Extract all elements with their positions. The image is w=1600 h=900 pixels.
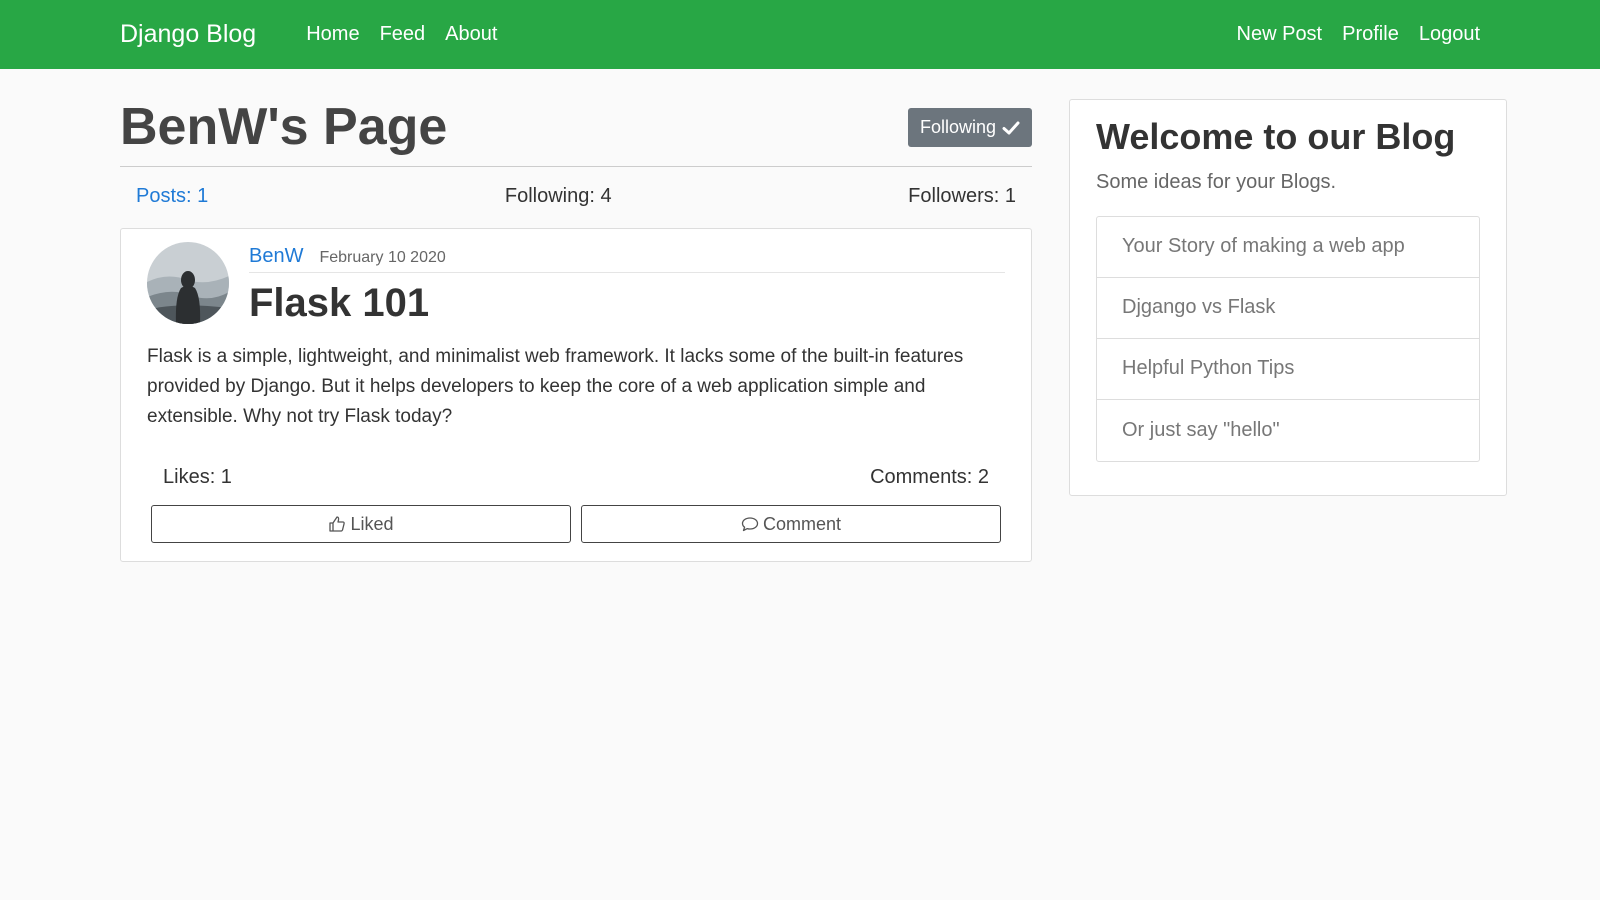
post-counts: Likes: 1 Comments: 2 bbox=[147, 466, 1005, 489]
followers-count: Followers: 1 bbox=[908, 185, 1016, 208]
nav-new-post-link[interactable]: New Post bbox=[1227, 23, 1333, 46]
sidebar-title: Welcome to our Blog bbox=[1096, 116, 1456, 157]
nav-logout-link[interactable]: Logout bbox=[1409, 23, 1490, 46]
posts-count-link[interactable]: Posts: 1 bbox=[136, 185, 208, 208]
liked-button-label: Liked bbox=[350, 513, 394, 534]
profile-header: BenW's Page Following bbox=[120, 98, 1032, 168]
comment-button[interactable]: Comment bbox=[581, 505, 1001, 544]
comment-button-label: Comment bbox=[762, 513, 842, 534]
liked-button[interactable]: Liked bbox=[151, 505, 571, 544]
nav-right: New Post Profile Logout bbox=[1227, 23, 1490, 46]
main-column: BenW's Page Following Posts: 1 Following… bbox=[120, 98, 1032, 563]
page-title: BenW's Page bbox=[120, 98, 448, 156]
nav-about-link[interactable]: About bbox=[435, 23, 507, 46]
post-card: BenW February 10 2020 Flask 101 Flask is… bbox=[120, 228, 1032, 563]
post-actions: Liked Comment bbox=[147, 505, 1005, 544]
post-title[interactable]: Flask 101 bbox=[249, 281, 1005, 326]
list-item[interactable]: Your Story of making a web app bbox=[1097, 217, 1479, 278]
check-icon bbox=[1002, 119, 1020, 137]
thumbs-up-icon bbox=[328, 515, 346, 533]
likes-count: Likes: 1 bbox=[163, 466, 232, 489]
comments-count: Comments: 2 bbox=[870, 466, 989, 489]
following-button-label: Following bbox=[919, 117, 996, 138]
post-meta: BenW February 10 2020 bbox=[249, 242, 1005, 274]
navbar: Django Blog Home Feed About New Post Pro… bbox=[0, 0, 1600, 69]
post-body: Flask is a simple, lightweight, and mini… bbox=[147, 346, 964, 428]
nav-feed-link[interactable]: Feed bbox=[370, 23, 436, 46]
following-count: Following: 4 bbox=[504, 185, 612, 208]
post-date: February 10 2020 bbox=[319, 249, 446, 267]
sidebar-subtitle: Some ideas for your Blogs. bbox=[1096, 170, 1337, 193]
list-item[interactable]: Helpful Python Tips bbox=[1097, 339, 1479, 400]
nav-left: Home Feed About bbox=[296, 23, 507, 46]
sidebar-card: Welcome to our Blog Some ideas for your … bbox=[1069, 99, 1507, 496]
author-link[interactable]: BenW bbox=[249, 245, 303, 268]
avatar bbox=[147, 242, 229, 325]
profile-stats: Posts: 1 Following: 4 Followers: 1 bbox=[120, 167, 1032, 218]
post-meta-wrap: BenW February 10 2020 Flask 101 bbox=[249, 242, 1005, 326]
brand-link[interactable]: Django Blog bbox=[120, 20, 256, 49]
ideas-list: Your Story of making a web app Djgango v… bbox=[1096, 215, 1480, 462]
page-container: BenW's Page Following Posts: 1 Following… bbox=[0, 69, 1600, 563]
sidebar: Welcome to our Blog Some ideas for your … bbox=[1069, 99, 1507, 562]
nav-home-link[interactable]: Home bbox=[296, 23, 369, 46]
nav-profile-link[interactable]: Profile bbox=[1332, 23, 1409, 46]
list-item[interactable]: Djgango vs Flask bbox=[1097, 278, 1479, 339]
post-header: BenW February 10 2020 Flask 101 bbox=[147, 242, 1005, 326]
following-button[interactable]: Following bbox=[907, 108, 1032, 148]
speech-bubble-icon bbox=[741, 515, 759, 533]
list-item[interactable]: Or just say "hello" bbox=[1097, 400, 1479, 461]
